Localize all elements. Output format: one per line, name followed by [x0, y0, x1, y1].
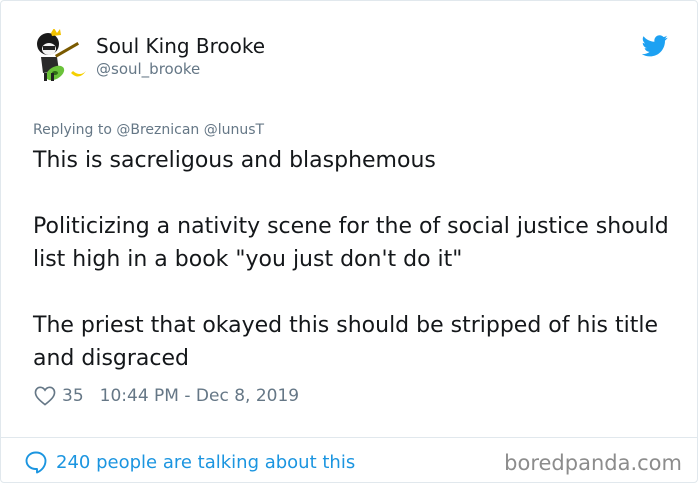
tweet-meta: 35 10:44 PM - Dec 8, 2019 [34, 386, 299, 406]
tweet-paragraph: Politicizing a nativity scene for the of… [33, 214, 669, 272]
watermark: boredpanda.com [504, 451, 682, 475]
conversation-label[interactable]: 240 people are talking about this [56, 452, 355, 473]
timestamp[interactable]: 10:44 PM - Dec 8, 2019 [100, 386, 299, 406]
tweet-paragraph: The priest that okayed this should be st… [33, 313, 659, 371]
tweet-text: This is sacreligous and blasphemous Poli… [33, 144, 683, 375]
tweet-card: Soul King Brooke @soul_brooke Replying t… [0, 0, 698, 483]
heart-icon[interactable] [34, 386, 56, 406]
divider [1, 437, 697, 438]
reply-context[interactable]: Replying to @Breznican @lunusT [33, 122, 264, 138]
conversation-link[interactable]: 240 people are talking about this [24, 450, 355, 474]
like-count[interactable]: 35 [62, 386, 84, 406]
twitter-bird-icon[interactable] [641, 35, 668, 57]
speech-bubble-icon [25, 451, 47, 474]
tweet-paragraph: This is sacreligous and blasphemous [33, 148, 436, 173]
author-name[interactable]: Soul King Brooke [96, 34, 265, 58]
avatar[interactable] [31, 28, 87, 85]
author-handle[interactable]: @soul_brooke [96, 60, 200, 78]
skeleton-guitarist-icon [37, 28, 86, 81]
